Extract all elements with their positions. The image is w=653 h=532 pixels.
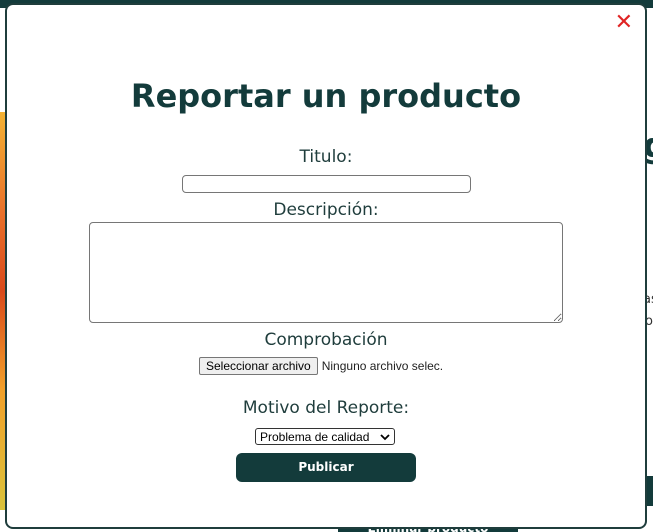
report-product-modal: ✕ Reportar un producto Titulo: Descripci… [7, 5, 645, 527]
evidence-label: Comprobación [264, 330, 388, 350]
report-reason-label: Motivo del Reporte: [242, 398, 410, 418]
select-file-button[interactable]: Seleccionar archivo [199, 357, 318, 375]
title-label: Titulo: [299, 147, 353, 167]
report-reason-selected: Problema de calidad [260, 429, 370, 444]
chevron-down-icon [380, 430, 390, 444]
close-icon[interactable]: ✕ [615, 11, 633, 35]
background-dark-block [645, 476, 653, 506]
background-text-fragment: o [645, 314, 653, 329]
file-status-text: Ninguno archivo selec. [321, 359, 444, 373]
publish-button[interactable]: Publicar [236, 453, 416, 482]
report-reason-select[interactable]: Problema de calidad [255, 428, 395, 445]
modal-title: Reportar un producto [130, 77, 522, 115]
description-textarea[interactable] [89, 222, 563, 323]
description-label: Descripción: [273, 200, 379, 220]
title-input[interactable] [182, 175, 471, 193]
file-input: Seleccionar archivo Ninguno archivo sele… [199, 356, 443, 376]
